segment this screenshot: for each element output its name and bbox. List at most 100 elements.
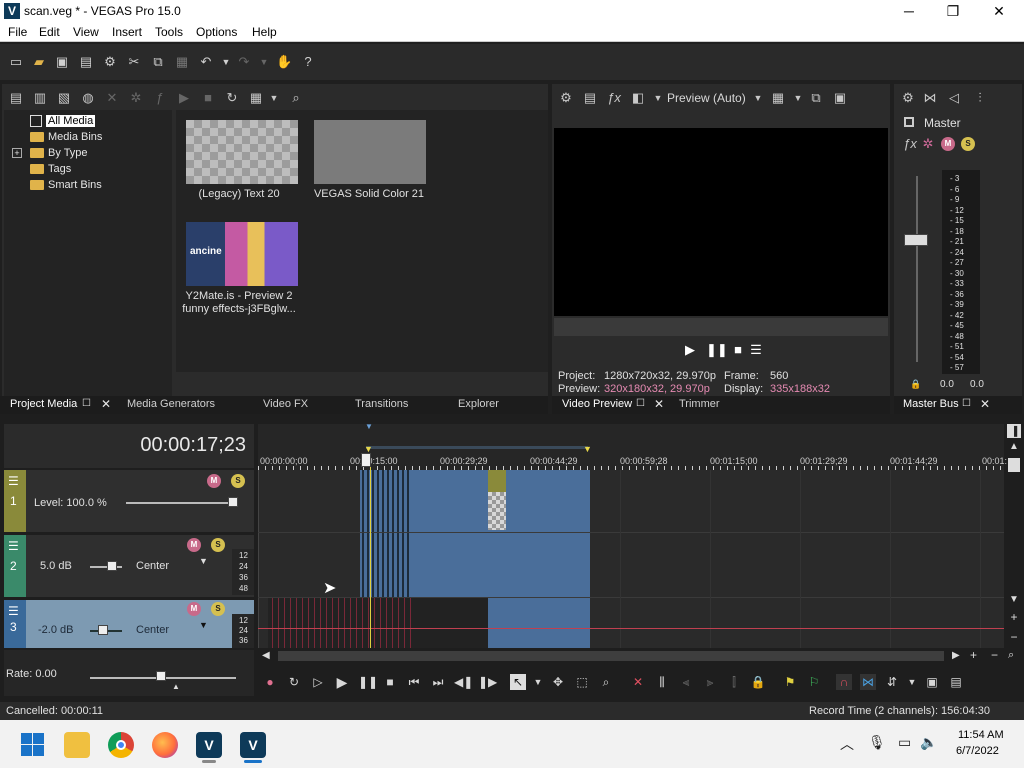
zoom-in-vertical-icon[interactable]: + [1007, 610, 1021, 624]
insert-region-icon[interactable]: ⚐ [806, 674, 822, 690]
level-slider[interactable] [126, 502, 238, 504]
views-dropdown-icon[interactable]: ▼ [266, 90, 282, 106]
properties-icon[interactable]: ✋ [276, 54, 292, 70]
text-media-thumbnail[interactable] [186, 120, 298, 184]
preview-scrub-bar[interactable] [554, 318, 888, 336]
fx-icon[interactable]: ƒ [152, 90, 168, 106]
master-mute-icon[interactable]: M [941, 137, 955, 151]
close-tab-icon[interactable]: ✕ [980, 397, 990, 411]
tab-video-fx[interactable]: Video FX [263, 398, 308, 410]
master-fader-handle[interactable] [904, 234, 928, 246]
menu-file[interactable]: File [8, 25, 27, 39]
external-monitor-icon[interactable]: ▤ [582, 90, 598, 106]
video-fx-icon[interactable]: ƒx [606, 90, 622, 106]
overlays-icon[interactable]: ▦ [770, 90, 786, 106]
zoom-out-icon[interactable]: − [991, 648, 998, 662]
quality-dropdown-icon[interactable]: ▼ [750, 90, 766, 106]
undo-dropdown-icon[interactable]: ▼ [218, 54, 234, 70]
go-to-end-icon[interactable]: ⏭ [430, 674, 446, 690]
zoom-edit-tool-icon[interactable]: ⌕ [598, 674, 614, 690]
auto-crossfade-icon[interactable]: ⋈ [860, 674, 876, 690]
views-icon[interactable]: ▦ [248, 90, 264, 106]
vertical-scroll-thumb[interactable] [1008, 458, 1020, 472]
minimize-button[interactable]: ─ [886, 0, 932, 22]
save-as-icon[interactable]: ▤ [78, 54, 94, 70]
selection-tool-icon[interactable]: ⬚ [574, 674, 590, 690]
play-icon[interactable]: ▶ [682, 342, 698, 358]
maximize-button[interactable]: ❐ [930, 0, 976, 22]
vegas-taskbar-icon[interactable]: V [196, 732, 222, 758]
delete-icon[interactable]: ✕ [630, 674, 646, 690]
file-explorer-icon[interactable] [64, 732, 90, 758]
get-media-icon[interactable]: ▧ [56, 90, 72, 106]
import-media-icon[interactable]: ▤ [8, 90, 24, 106]
scroll-down-icon[interactable]: ▼ [1007, 594, 1021, 608]
video-clip[interactable] [360, 470, 590, 532]
scroll-up-icon[interactable]: ▲ [1007, 441, 1021, 455]
audio-clip[interactable] [360, 533, 590, 597]
close-window-button[interactable]: ✕ [976, 0, 1022, 22]
split-dropdown-icon[interactable]: ▼ [650, 90, 666, 106]
tree-item-media-bins[interactable]: Media Bins [30, 130, 102, 144]
overlays-dropdown-icon[interactable]: ▼ [790, 90, 806, 106]
marker-tool-icon[interactable]: ▐ [1007, 424, 1021, 438]
track-mute-icon[interactable]: M [207, 474, 221, 488]
firefox-icon[interactable] [152, 732, 178, 758]
audio-clip[interactable] [488, 598, 590, 648]
help-icon[interactable]: ? [300, 54, 316, 70]
video-preview-screen[interactable] [554, 128, 888, 316]
media-fx-icon[interactable]: ✲ [128, 90, 144, 106]
close-tab-icon[interactable]: ✕ [101, 397, 111, 411]
stop-icon[interactable]: ■ [730, 342, 746, 358]
text-event-header[interactable] [488, 470, 506, 492]
scroll-right-icon[interactable]: ▶ [952, 650, 960, 661]
solid-color-thumbnail[interactable] [314, 120, 426, 184]
tab-project-media[interactable]: Project Media [10, 398, 77, 410]
expand-icon[interactable]: + [12, 148, 22, 159]
windows-start-icon[interactable] [20, 732, 46, 758]
tab-transitions[interactable]: Transitions [355, 398, 408, 410]
ripple-dropdown-icon[interactable]: ▼ [904, 674, 920, 690]
volume-slider-knob[interactable] [107, 561, 117, 571]
rate-slider-knob[interactable] [156, 671, 166, 681]
track-menu-icon[interactable]: ☰ [8, 474, 19, 488]
playhead-handle[interactable] [361, 453, 371, 467]
volume-slider-knob[interactable] [98, 625, 108, 635]
record-icon[interactable]: ● [262, 674, 278, 690]
tab-video-preview[interactable]: Video Preview [562, 398, 632, 410]
tree-item-smart-bins[interactable]: Smart Bins [30, 178, 102, 192]
undo-icon[interactable]: ↶ [198, 54, 214, 70]
preview-settings-icon[interactable]: ⚙ [558, 90, 574, 106]
next-frame-icon[interactable]: ❚▶ [478, 674, 497, 690]
tab-trimmer[interactable]: Trimmer [679, 398, 720, 410]
tab-media-generators[interactable]: Media Generators [127, 398, 215, 410]
audio-clip-dark[interactable] [268, 598, 488, 648]
menu-insert[interactable]: Insert [112, 25, 142, 39]
clock-date[interactable]: 6/7/2022 [956, 745, 999, 757]
settings-icon[interactable]: ⚙ [102, 54, 118, 70]
master-solo-icon[interactable]: S [961, 137, 975, 151]
track-menu-icon[interactable]: ☰ [8, 539, 19, 553]
scroll-left-icon[interactable]: ◀ [262, 650, 270, 661]
trim-icon[interactable]: ⫼ [654, 674, 670, 690]
microphone-icon[interactable]: 🎙 [868, 734, 886, 751]
bus-settings-icon[interactable]: ⚙ [900, 90, 916, 106]
video-media-thumbnail[interactable]: ancine [186, 222, 298, 286]
menu-tools[interactable]: Tools [155, 25, 183, 39]
ripple-edit-icon[interactable]: ⇵ [884, 674, 900, 690]
undock-icon[interactable]: ☐ [636, 398, 645, 409]
trim-start-icon[interactable]: ⫷ [678, 674, 694, 690]
track-header-3[interactable]: ☰ 3 M S -2.0 dB Center ▼ 12 24 36 [4, 600, 254, 648]
volume-slider[interactable] [90, 566, 122, 568]
mixer-icon[interactable]: ⫶ [972, 90, 988, 106]
snapping-icon[interactable]: ∩ [836, 674, 852, 690]
pause-icon[interactable]: ❚❚ [358, 674, 378, 690]
event-pan-crop-icon[interactable]: ▣ [924, 674, 940, 690]
level-slider-knob[interactable] [228, 497, 238, 507]
play-from-start-icon[interactable]: ▷ [310, 674, 326, 690]
track-mute-icon[interactable]: M [187, 538, 201, 552]
track-header-1[interactable]: ☰ 1 M S Level: 100.0 % [4, 470, 254, 532]
chrome-icon[interactable] [108, 732, 134, 758]
paste-icon[interactable]: ▦ [174, 54, 190, 70]
stop-icon[interactable]: ■ [382, 674, 398, 690]
